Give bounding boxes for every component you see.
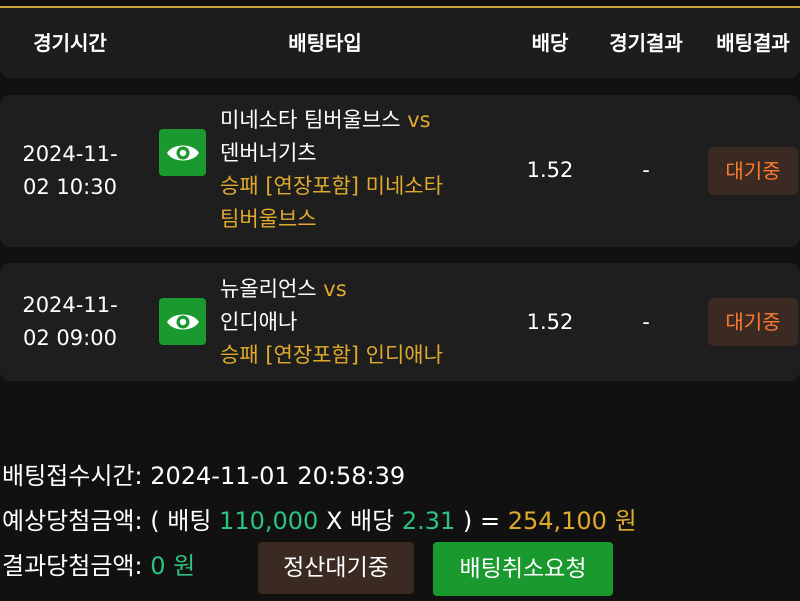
header-bet-result: 배팅결과	[716, 31, 790, 55]
vs-label: vs	[407, 108, 431, 132]
game-date: 2024-11-	[22, 142, 118, 166]
top-divider	[0, 0, 800, 8]
away-team: 인디애나	[220, 310, 298, 334]
view-detail-button[interactable]	[159, 298, 206, 345]
expected-amount: 254,100	[507, 507, 607, 535]
bet-pick: 승패 [연장포함] 미네소타	[220, 174, 443, 198]
table-header: 경기시간 배팅타입 배당 경기결과 배팅결과	[0, 8, 800, 78]
game-clock: 02 10:30	[23, 175, 117, 199]
result-label: 결과당첨금액:	[2, 552, 143, 580]
bet-amount: 110,000	[219, 507, 319, 535]
eye-icon	[166, 145, 199, 160]
received-label: 배팅접수시간:	[2, 462, 143, 490]
result-amount: 0 원	[150, 552, 196, 580]
header-bet-type: 배팅타입	[288, 31, 362, 55]
game-clock: 02 09:00	[23, 326, 117, 350]
bet-row: 2024-11- 02 09:00 뉴올리언스 vs 인디애나 승패 [연장포함…	[0, 263, 800, 381]
cancel-bet-request-button[interactable]: 배팅취소요청	[433, 542, 613, 596]
expected-payout-line: 예상당첨금액: ( 배팅 110,000 X 배당 2.31 ) = 254,1…	[2, 501, 637, 541]
game-time: 2024-11- 02 10:30	[0, 138, 140, 204]
away-team: 덴버너기츠	[220, 141, 317, 165]
result-payout-line: 결과당첨금액: 0 원	[2, 546, 195, 586]
settlement-pending-button[interactable]: 정산대기중	[258, 542, 414, 594]
odds-label: 배당	[350, 507, 395, 535]
bet-pick-continued: 팀버울브스	[220, 207, 317, 231]
home-team: 미네소타 팀버울브스	[220, 108, 401, 132]
game-date: 2024-11-	[22, 293, 118, 317]
bet-row: 2024-11- 02 10:30 미네소타 팀버울브스 vs 덴버너기츠 승패…	[0, 95, 800, 247]
received-time-line: 배팅접수시간: 2024-11-01 20:58:39	[2, 456, 405, 496]
game-result-value: -	[642, 310, 650, 334]
game-result-value: -	[642, 158, 650, 182]
odds-value: 1.52	[526, 310, 574, 334]
total-odds: 2.31	[401, 507, 456, 535]
home-team: 뉴올리언스	[220, 277, 317, 301]
times-sign: X	[325, 507, 343, 535]
header-time: 경기시간	[33, 31, 107, 55]
view-detail-button[interactable]	[159, 129, 206, 176]
received-time: 2024-11-01 20:58:39	[150, 462, 406, 490]
bet-label: 배팅	[167, 507, 212, 535]
status-badge: 대기중	[708, 147, 798, 195]
expected-label: 예상당첨금액:	[2, 507, 143, 535]
currency-label: 원	[614, 507, 637, 535]
odds-value: 1.52	[526, 158, 574, 182]
header-odds: 배당	[531, 31, 569, 55]
vs-label: vs	[323, 277, 347, 301]
open-paren: (	[150, 507, 160, 535]
status-badge: 대기중	[708, 298, 798, 346]
bet-description: 미네소타 팀버울브스 vs 덴버너기츠 승패 [연장포함] 미네소타 팀버울브스	[220, 104, 470, 236]
game-time: 2024-11- 02 09:00	[0, 289, 140, 355]
bet-pick: 승패 [연장포함] 인디애나	[220, 343, 443, 367]
equals-sign: =	[479, 507, 501, 535]
close-paren: )	[462, 507, 473, 535]
header-game-result: 경기결과	[609, 31, 683, 55]
bet-description: 뉴올리언스 vs 인디애나 승패 [연장포함] 인디애나	[220, 273, 470, 372]
eye-icon	[166, 314, 199, 329]
